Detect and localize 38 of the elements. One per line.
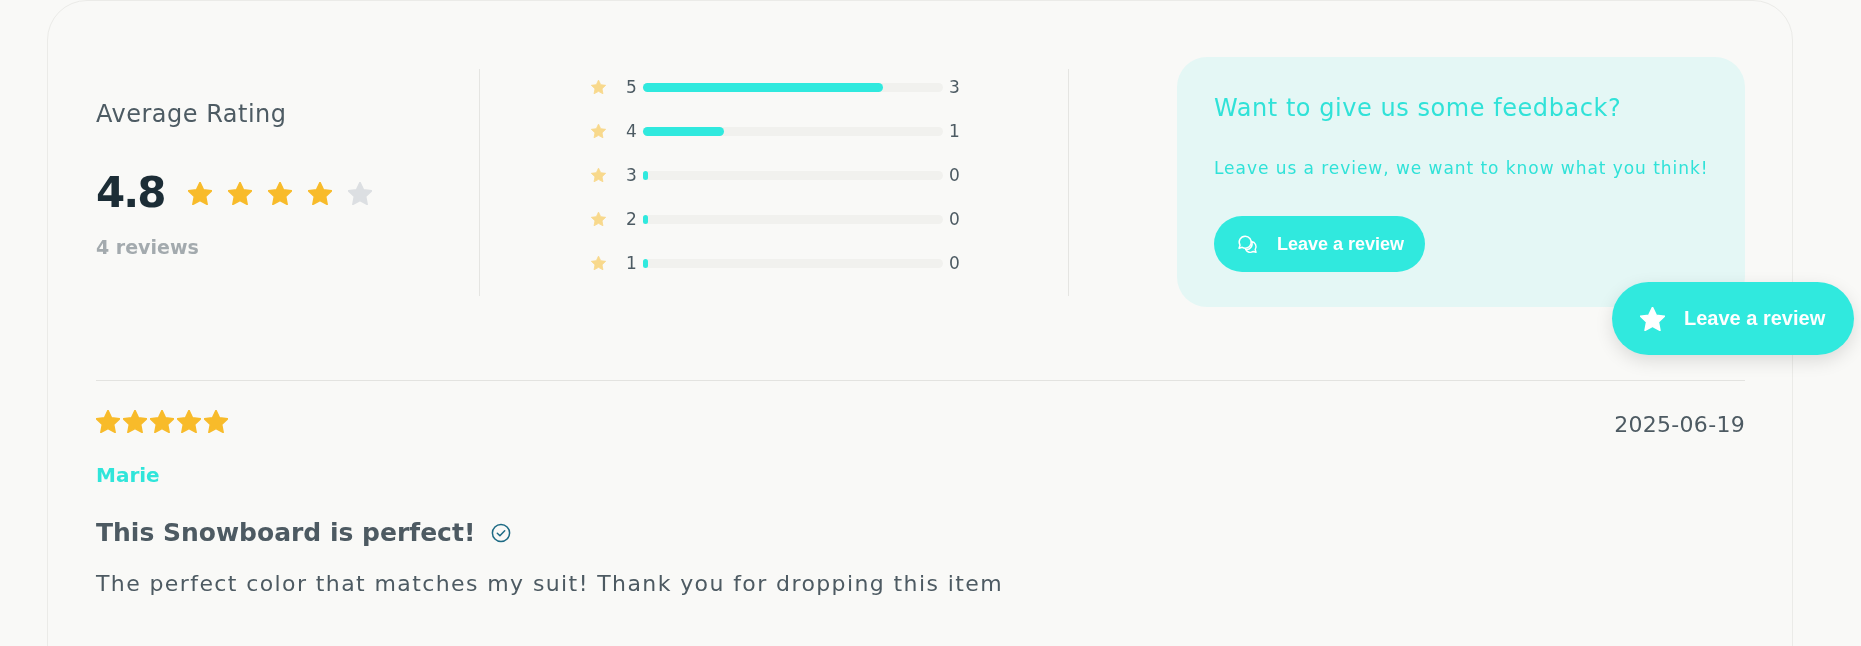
star-icon [591, 212, 606, 226]
rating-count: 3 [948, 77, 960, 97]
rating-level-label: 4 [626, 121, 637, 141]
chat-bubbles-icon [1236, 233, 1258, 255]
star-icon [228, 181, 253, 205]
star-icon [308, 181, 333, 205]
leave-review-button[interactable]: Leave a review [1214, 216, 1426, 272]
star-icon [268, 181, 293, 205]
star-icon [591, 124, 606, 138]
rating-level-label: 2 [626, 209, 637, 229]
rating-count: 0 [948, 165, 960, 185]
star-icon [591, 168, 606, 182]
average-rating-label: Average Rating [96, 100, 288, 128]
review-text: The perfect color that matches my suit! Thank you for dropping this item [96, 571, 1005, 597]
review-author: Marie [96, 463, 161, 487]
feedback-subtitle: Leave us a review, we want to know what you think! [1214, 157, 1710, 179]
leave-review-button[interactable]: Leave a review [1612, 282, 1854, 355]
review-title: This Snowboard is perfect! [96, 518, 476, 548]
review-count: 4 reviews [96, 236, 200, 258]
star-icon [177, 410, 201, 433]
rating-level-label: 3 [626, 165, 637, 185]
review-date: 2025-06-19 [1614, 412, 1745, 438]
feedback-title: Want to give us some feedback? [1214, 94, 1623, 122]
rating-level-label: 5 [626, 77, 637, 97]
star-icon [188, 181, 213, 205]
rating-level-label: 1 [626, 253, 637, 273]
star-icon [591, 256, 606, 270]
star-icon [123, 410, 147, 433]
average-rating-value: 4.8 [96, 169, 165, 217]
star-icon [96, 410, 120, 433]
star-icon [348, 181, 373, 205]
star-icon [591, 80, 606, 94]
star-icon [150, 410, 174, 433]
star-icon [204, 410, 228, 433]
rating-count: 1 [948, 121, 960, 141]
rating-count: 0 [948, 253, 960, 273]
star-icon [1640, 306, 1665, 331]
rating-count: 0 [948, 209, 960, 229]
